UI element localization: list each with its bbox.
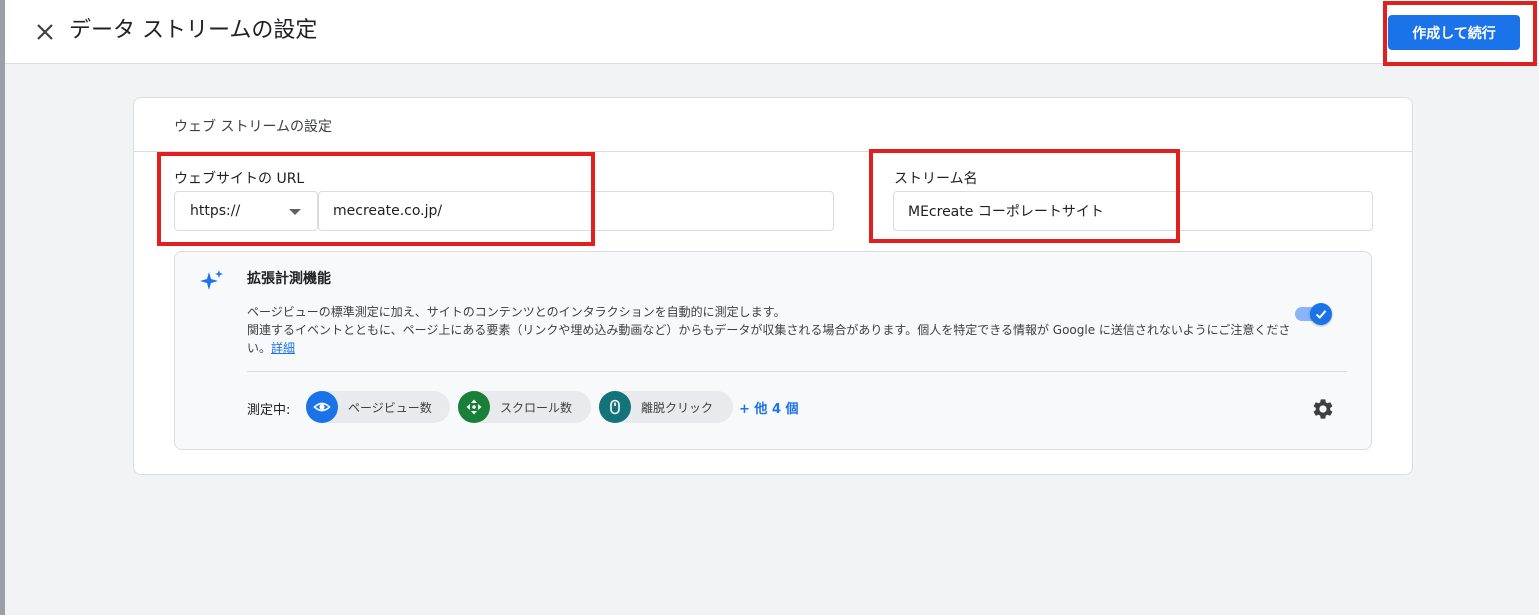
protocol-select[interactable]: https:// (174, 191, 318, 231)
website-url-label: ウェブサイトの URL (174, 171, 305, 187)
create-and-continue-button[interactable]: 作成して続行 (1388, 15, 1520, 50)
stream-name-input[interactable] (893, 191, 1373, 231)
more-events-link[interactable]: + 他 4 個 (739, 398, 799, 417)
measuring-label: 測定中: (247, 403, 291, 418)
toggle-thumb (1310, 303, 1332, 325)
chip-label: スクロール数 (500, 400, 573, 415)
card-header: ウェブ ストリームの設定 (134, 98, 1412, 152)
description-line-1: ページビューの標準測定に加え、サイトのコンテンツとのインタラクションを自動的に測… (247, 305, 786, 319)
web-stream-settings-card: ウェブ ストリームの設定 ウェブサイトの URL https:// ストリーム名… (133, 97, 1413, 475)
dropdown-arrow-icon (289, 209, 301, 215)
sparkle-icon (200, 270, 223, 290)
description-line-2-text: 関連するイベントとともに、ページ上にある要素（リンクや埋め込み動画など）からもデ… (247, 323, 1291, 355)
card-title: ウェブ ストリームの設定 (174, 119, 333, 135)
scroll-arrows-icon (458, 391, 490, 423)
mouse-icon (599, 391, 631, 423)
enhanced-measurement-toggle[interactable] (1295, 302, 1333, 326)
website-url-input[interactable] (318, 191, 834, 231)
stream-name-label: ストリーム名 (894, 171, 978, 187)
enhanced-measurement-title: 拡張計測機能 (247, 271, 331, 287)
chip-outbound-clicks[interactable]: 離脱クリック (599, 391, 733, 423)
gear-icon[interactable] (1311, 397, 1335, 421)
window-left-edge (0, 0, 5, 615)
description-line-2: 関連するイベントとともに、ページ上にある要素（リンクや埋め込み動画など）からもデ… (247, 321, 1292, 357)
enhanced-measurement-description: ページビューの標準測定に加え、サイトのコンテンツとのインタラクションを自動的に測… (247, 303, 1292, 357)
close-button[interactable] (31, 18, 59, 46)
check-icon (1315, 310, 1327, 319)
chip-scrolls[interactable]: スクロール数 (458, 391, 591, 423)
protocol-value: https:// (190, 203, 241, 219)
panel-divider (247, 371, 1347, 372)
chip-page-views[interactable]: ページビュー数 (306, 391, 450, 423)
top-bar: データ ストリームの設定 (5, 0, 1539, 64)
page-title: データ ストリームの設定 (69, 18, 318, 43)
chip-label: ページビュー数 (348, 400, 432, 415)
enhanced-measurement-panel: 拡張計測機能 ページビューの標準測定に加え、サイトのコンテンツとのインタラクショ… (174, 251, 1372, 450)
eye-icon (306, 391, 338, 423)
details-link[interactable]: 詳細 (271, 341, 295, 355)
chip-label: 離脱クリック (641, 400, 714, 415)
close-icon (37, 24, 53, 40)
